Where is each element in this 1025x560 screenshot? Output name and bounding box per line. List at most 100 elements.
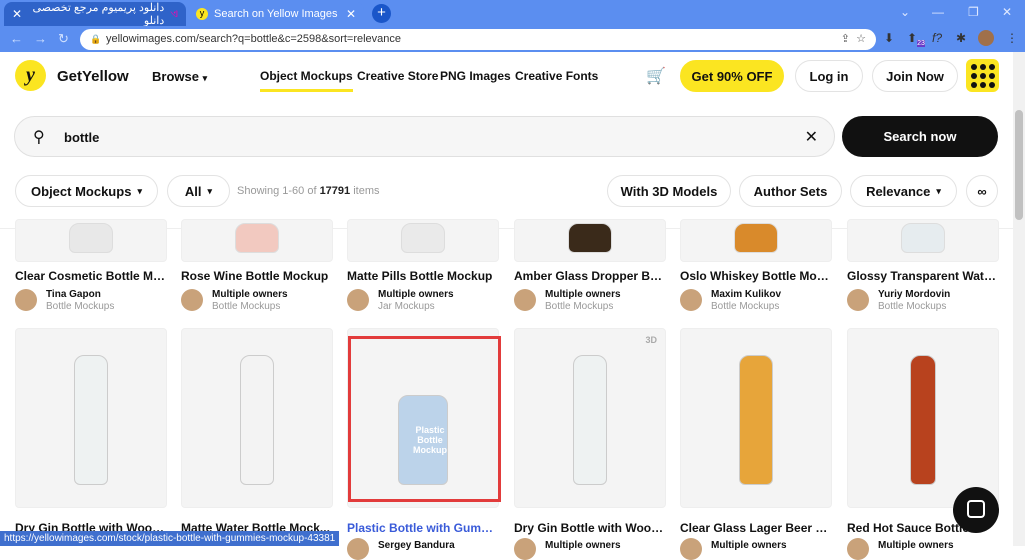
chat-button[interactable] [953, 487, 999, 533]
yellow-favicon-icon: y [196, 8, 208, 20]
scrollbar[interactable] [1013, 52, 1025, 546]
author-avatar[interactable] [680, 289, 702, 311]
card-title[interactable]: Plastic Bottle with Gumm... [347, 521, 499, 535]
close-tab-icon[interactable]: ✕ [12, 7, 22, 21]
search-now-button[interactable]: Search now [842, 116, 998, 157]
card-title[interactable]: Dry Gin Bottle with Wood... [514, 521, 666, 535]
promo-button[interactable]: Get 90% OFF [680, 60, 784, 92]
author-sets-toggle[interactable]: Author Sets [739, 175, 842, 207]
card-thumbnail[interactable] [514, 219, 666, 262]
cart-icon[interactable]: 🛒 [646, 66, 666, 86]
tab-bar: ଏ دانلود پریمیوم مرجع تخصصی دانلو ✕ y Searc… [0, 0, 1025, 27]
card-title[interactable]: Oslo Whiskey Bottle Moc... [680, 269, 832, 283]
minimize-icon[interactable]: — [932, 5, 944, 19]
profile-avatar[interactable] [978, 30, 994, 46]
tab-yellow-images[interactable]: y Search on Yellow Images ✕ [188, 2, 364, 26]
author-avatar[interactable] [347, 289, 369, 311]
author-name[interactable]: Tina Gapon [46, 289, 101, 300]
new-tab-button[interactable]: + [372, 4, 391, 23]
author-avatar[interactable] [347, 538, 369, 560]
author-avatar[interactable] [15, 289, 37, 311]
card-thumbnail[interactable] [847, 328, 999, 508]
puzzle-icon[interactable]: ✱ [956, 31, 966, 45]
card-title[interactable]: Rose Wine Bottle Mockup [181, 269, 333, 283]
extension-download-icon[interactable]: ⬇ [884, 31, 894, 45]
card-category[interactable]: Bottle Mockups [711, 301, 779, 312]
nav-creative-store[interactable]: Creative Store [357, 69, 438, 83]
card-thumbnail[interactable] [680, 328, 832, 508]
card-thumbnail[interactable] [847, 219, 999, 262]
maximize-icon[interactable]: ❐ [968, 5, 979, 19]
card-title[interactable]: Clear Glass Lager Beer Bo... [680, 521, 832, 535]
bottle-image [235, 223, 279, 253]
extension-icon[interactable]: ⬆23 [907, 31, 925, 48]
card-category[interactable]: Bottle Mockups [878, 301, 946, 312]
card-category[interactable]: Bottle Mockups [545, 301, 613, 312]
apps-grid-icon[interactable] [966, 59, 999, 92]
bottle-image [74, 355, 108, 485]
scope-dropdown[interactable]: All ▾ [167, 175, 230, 207]
card-thumbnail[interactable] [181, 328, 333, 508]
author-name[interactable]: Yuriy Mordovin [878, 289, 950, 300]
tab-label: Search on Yellow Images [214, 8, 338, 20]
bookmark-star-icon[interactable]: ☆ [856, 33, 866, 45]
join-button[interactable]: Join Now [872, 60, 958, 92]
author-avatar[interactable] [181, 289, 203, 311]
lock-icon: 🔒 [90, 34, 102, 44]
yellow-logo-icon[interactable]: y [15, 60, 46, 91]
author-avatar[interactable] [514, 538, 536, 560]
reload-icon[interactable]: ↻ [58, 31, 69, 47]
tab-persian-site[interactable]: ଏ دانلود پریمیوم مرجع تخصصی دانلو ✕ [4, 2, 186, 27]
with-3d-models-toggle[interactable]: With 3D Models [607, 175, 731, 207]
bottle-image [910, 355, 936, 485]
chevron-down-icon: ▾ [936, 185, 941, 196]
author-name[interactable]: Multiple owners [212, 289, 288, 300]
author-avatar[interactable] [514, 289, 536, 311]
forward-icon[interactable]: → [34, 31, 47, 46]
search-input[interactable]: bottle [64, 130, 99, 145]
author-avatar[interactable] [680, 538, 702, 560]
nav-png-images[interactable]: PNG Images [440, 69, 511, 83]
card-thumbnail[interactable] [680, 219, 832, 262]
card-thumbnail[interactable] [15, 328, 167, 508]
author-avatar[interactable] [847, 289, 869, 311]
card-thumbnail[interactable] [181, 219, 333, 262]
card-title[interactable]: Matte Pills Bottle Mockup [347, 269, 499, 283]
card-title[interactable]: Clear Cosmetic Bottle Mo... [15, 269, 167, 283]
author-name[interactable]: Maxim Kulikov [711, 289, 781, 300]
chat-icon [967, 500, 985, 518]
card-category[interactable]: Jar Mockups [378, 301, 435, 312]
card-title[interactable]: Amber Glass Dropper Bot... [514, 269, 666, 283]
tab-search-icon[interactable]: ⌄ [900, 5, 910, 19]
card-title[interactable]: Glossy Transparent Water... [847, 269, 999, 283]
scrollbar-thumb[interactable] [1015, 110, 1023, 220]
brand-name[interactable]: GetYellow [57, 68, 129, 85]
nav-creative-fonts[interactable]: Creative Fonts [515, 69, 598, 83]
card-thumbnail[interactable] [15, 219, 167, 262]
category-label: Object Mockups [31, 183, 132, 199]
author-avatar[interactable] [847, 538, 869, 560]
author-name[interactable]: Multiple owners [378, 289, 454, 300]
extension-f-icon[interactable]: f? [932, 31, 942, 45]
card-category[interactable]: Bottle Mockups [212, 301, 280, 312]
share-icon[interactable]: ⇪ [841, 33, 850, 45]
chevron-down-icon: ▾ [137, 185, 142, 196]
browse-menu[interactable]: Browse ▾ [152, 69, 207, 84]
nav-object-mockups[interactable]: Object Mockups [260, 69, 353, 92]
author-name[interactable]: Multiple owners [545, 289, 621, 300]
card-category[interactable]: Bottle Mockups [46, 301, 114, 312]
card-thumbnail[interactable]: 3D [514, 328, 666, 508]
close-tab-icon[interactable]: ✕ [346, 7, 356, 21]
bottle-image [739, 355, 773, 485]
infinite-scroll-icon[interactable]: ∞ [966, 175, 998, 207]
3d-badge: 3D [645, 335, 657, 345]
category-dropdown[interactable]: Object Mockups ▾ [15, 175, 158, 207]
login-button[interactable]: Log in [795, 60, 863, 92]
back-icon[interactable]: ← [10, 31, 23, 46]
menu-icon[interactable]: ⋮ [1006, 31, 1018, 45]
clear-search-icon[interactable]: ✕ [805, 127, 818, 147]
sort-dropdown[interactable]: Relevance ▾ [850, 175, 957, 207]
close-window-icon[interactable]: ✕ [1002, 5, 1012, 19]
card-thumbnail[interactable] [347, 219, 499, 262]
url-bar[interactable]: 🔒 yellowimages.com/search?q=bottle&c=2598… [80, 29, 876, 50]
